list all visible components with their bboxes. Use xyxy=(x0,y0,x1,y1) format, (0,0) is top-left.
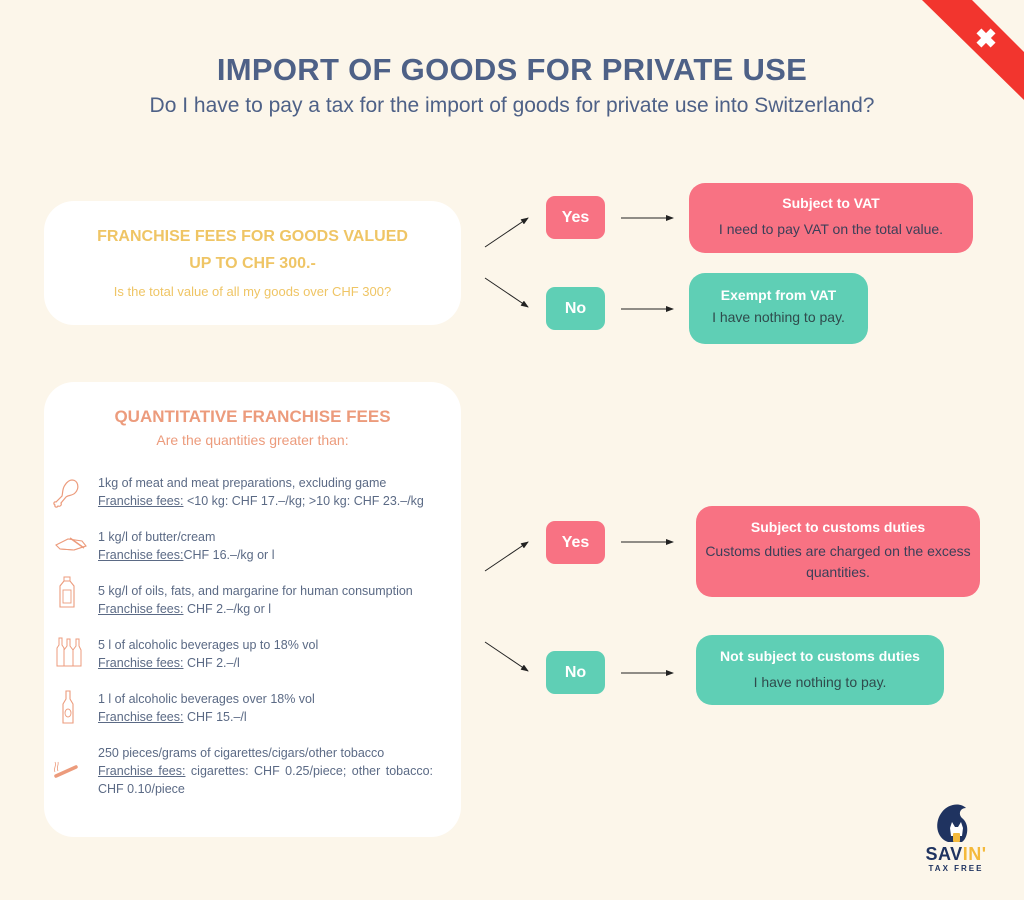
butter-icon xyxy=(55,537,87,551)
cigarette-icon xyxy=(54,761,78,778)
item-text: 5 kg/l of oils, fats, and margarine for … xyxy=(98,582,433,618)
fee-label: Franchise fees: xyxy=(98,710,184,724)
item-text: 1kg of meat and meat preparations, exclu… xyxy=(98,474,433,510)
result-body: I need to pay VAT on the total value. xyxy=(718,221,944,237)
value-card-title-line1: FRANCHISE FEES FOR GOODS VALUED xyxy=(97,228,408,245)
item-description: 250 pieces/grams of cigarettes/cigars/ot… xyxy=(98,746,385,760)
item-description: 1 l of alcoholic beverages over 18% vol xyxy=(98,692,315,706)
item-text: 250 pieces/grams of cigarettes/cigars/ot… xyxy=(98,744,433,798)
subject-to-vat-box: Subject to VAT I need to pay VAT on the … xyxy=(689,183,973,253)
item-text: 5 l of alcoholic beverages up to 18% vol… xyxy=(98,636,433,672)
quantity-no-badge: No xyxy=(546,651,605,694)
value-no-badge: No xyxy=(546,287,605,330)
wine-bottles-icon xyxy=(56,637,82,667)
item-fees: <10 kg: CHF 17.–/kg; >10 kg: CHF 23.–/kg xyxy=(183,494,424,508)
item-fees: CHF 2.–/kg or l xyxy=(183,602,271,616)
item-fees: CHF 2.–/l xyxy=(183,656,240,670)
result-title: Exempt from VAT xyxy=(720,287,837,303)
subject-to-customs-box: Subject to customs duties Customs duties… xyxy=(696,506,980,597)
fee-label: Franchise fees: xyxy=(98,656,184,670)
quantity-yes-badge: Yes xyxy=(546,521,605,564)
fee-label: Franchise fees: xyxy=(98,602,184,616)
savin-tax-free-logo: SAVIN' TAX FREE xyxy=(918,800,994,876)
quantity-card-title: QUANTITATIVE FRANCHISE FEES xyxy=(114,407,391,426)
arrow-value-to-no xyxy=(484,277,529,308)
item-text: 1 l of alcoholic beverages over 18% vol … xyxy=(98,690,433,726)
item-fees: CHF 15.–/l xyxy=(183,710,247,724)
value-yes-badge: Yes xyxy=(546,196,605,239)
result-title: Not subject to customs duties xyxy=(720,648,920,664)
value-card-question: Is the total value of all my goods over … xyxy=(113,284,392,299)
logo-tagline: TAX FREE xyxy=(928,864,984,873)
meat-drumstick-icon xyxy=(53,479,79,508)
arrow-quantity-to-yes xyxy=(484,541,529,572)
fee-label: Franchise fees: xyxy=(98,764,186,778)
arrow-value-to-yes xyxy=(484,217,529,248)
logo-name-main: SAV xyxy=(925,844,963,864)
result-body: Customs duties are charged on the excess… xyxy=(705,543,971,580)
page-subtitle: Do I have to pay a tax for the import of… xyxy=(149,94,875,117)
item-description: 1kg of meat and meat preparations, exclu… xyxy=(98,476,387,490)
exempt-from-vat-box: Exempt from VAT I have nothing to pay. xyxy=(689,273,868,344)
fox-logo-icon xyxy=(937,804,968,842)
not-subject-to-customs-box: Not subject to customs duties I have not… xyxy=(696,635,944,705)
quantity-franchise-card: QUANTITATIVE FRANCHISE FEES Are the quan… xyxy=(44,382,461,837)
logo-name-accent: IN' xyxy=(962,844,987,864)
result-title: Subject to customs duties xyxy=(750,519,926,535)
value-card-title: FRANCHISE FEES FOR GOODS VALUED UP TO CH… xyxy=(44,223,461,277)
oil-bottle-icon xyxy=(59,576,75,608)
item-description: 1 kg/l of butter/cream xyxy=(98,530,216,544)
item-fees: CHF 16.–/kg or l xyxy=(183,548,275,562)
result-title: Subject to VAT xyxy=(782,195,880,211)
value-card-title-line2: UP TO CHF 300.- xyxy=(189,255,316,272)
result-body: I have nothing to pay. xyxy=(712,309,845,325)
value-franchise-card: FRANCHISE FEES FOR GOODS VALUED UP TO CH… xyxy=(44,201,461,325)
fee-label: Franchise fees: xyxy=(98,548,184,562)
logo-wordmark: SAVIN' xyxy=(918,844,994,865)
arrow-quantity-to-no xyxy=(484,641,529,672)
item-description: 5 kg/l of oils, fats, and margarine for … xyxy=(98,584,413,598)
result-body: I have nothing to pay. xyxy=(753,674,887,690)
quantity-card-subtitle: Are the quantities greater than: xyxy=(156,432,349,448)
fee-label: Franchise fees: xyxy=(98,494,184,508)
liquor-bottle-icon xyxy=(62,690,74,724)
item-description: 5 l of alcoholic beverages up to 18% vol xyxy=(98,638,319,652)
item-text: 1 kg/l of butter/cream Franchise fees:CH… xyxy=(98,528,433,564)
page-title: IMPORT OF GOODS FOR PRIVATE USE xyxy=(216,52,808,87)
